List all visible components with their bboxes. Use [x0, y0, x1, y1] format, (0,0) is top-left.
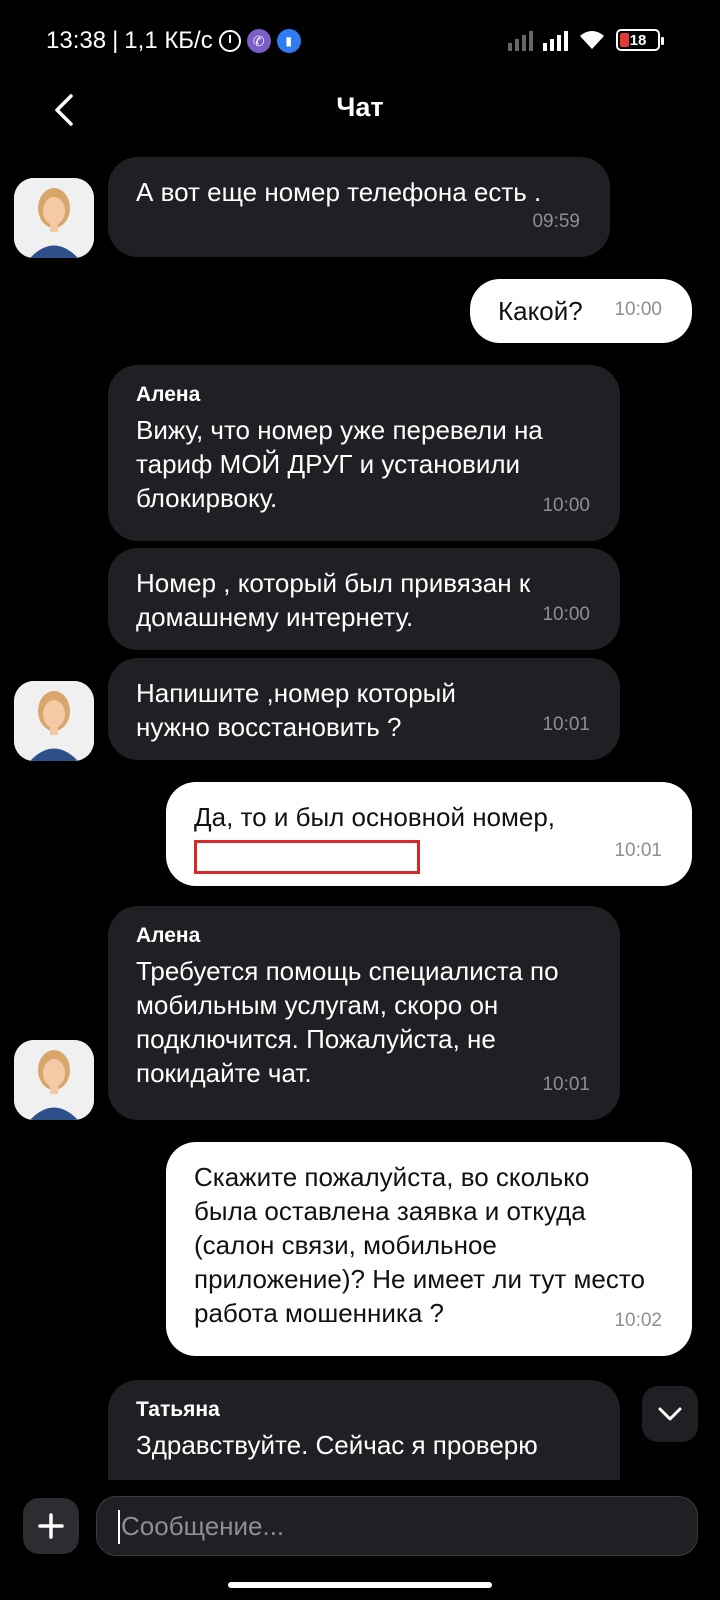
status-bar: 13:38 | 1,1 КБ/с ✆ ▮ 18	[0, 0, 720, 80]
plus-icon	[38, 1513, 64, 1539]
message-text: Здравствуйте. Сейчас я проверю	[136, 1430, 538, 1460]
signal-icon	[543, 27, 568, 51]
sender-name: Алена	[136, 924, 201, 947]
message-time: 10:01	[614, 840, 662, 861]
message-bubble[interactable]: Алена Требуется помощь специалиста по мо…	[108, 906, 620, 1120]
network-speed: 1,1 КБ/с	[124, 27, 213, 54]
message-bubble[interactable]: Татьяна Здравствуйте. Сейчас я проверю	[108, 1380, 620, 1480]
status-separator: |	[112, 27, 119, 54]
battery-icon: 18	[616, 29, 664, 51]
avatar	[14, 1040, 94, 1120]
message-time: 10:00	[542, 495, 590, 516]
message-time: 10:00	[614, 299, 662, 320]
message-text: Напишите ,номер который нужно восстанови…	[136, 678, 456, 742]
redacted-phone-number	[194, 840, 420, 874]
input-bar	[0, 1486, 720, 1566]
header: Чат	[0, 80, 720, 136]
message-bubble[interactable]: Номер , который был привязан к домашнему…	[108, 548, 620, 650]
signal-icon	[508, 27, 533, 51]
message-time: 10:01	[542, 1074, 590, 1095]
message-bubble[interactable]: Какой? 10:00	[470, 279, 692, 343]
message-input[interactable]	[96, 1496, 698, 1556]
message-text: Скажите пожалуйста, во сколько была оста…	[194, 1162, 645, 1328]
clock: 13:38	[46, 27, 107, 54]
wifi-icon	[578, 29, 606, 51]
sender-name: Алена	[136, 383, 201, 406]
message-text: А вот еще номер телефона есть .	[136, 177, 542, 207]
text-cursor	[118, 1510, 120, 1544]
home-indicator[interactable]	[228, 1582, 492, 1588]
message-bubble[interactable]: Алена Вижу, что номер уже перевели на та…	[108, 365, 620, 541]
status-left: 13:38 | 1,1 КБ/с ✆ ▮	[46, 26, 301, 56]
message-bubble[interactable]: Скажите пожалуйста, во сколько была оста…	[166, 1142, 692, 1356]
message-bubble[interactable]: Да, то и был основной номер, 10:01	[166, 782, 692, 886]
chat-list[interactable]: А вот еще номер телефона есть . 09:59 Ка…	[0, 140, 720, 1480]
scroll-down-button[interactable]	[642, 1386, 698, 1442]
attach-button[interactable]	[23, 1498, 79, 1554]
message-time: 10:00	[542, 604, 590, 625]
status-right: 18	[508, 27, 664, 51]
battery-level: 18	[629, 31, 647, 49]
message-bubble[interactable]: Напишите ,номер который нужно восстанови…	[108, 658, 620, 760]
app-icon: ▮	[276, 29, 301, 53]
message-text: Да, то и был основной номер,	[194, 802, 556, 832]
message-time: 10:02	[614, 1310, 662, 1331]
viber-icon: ✆	[246, 29, 271, 53]
avatar	[14, 681, 94, 761]
message-time: 09:59	[532, 211, 580, 232]
sender-name: Татьяна	[136, 1398, 220, 1421]
message-bubble[interactable]: А вот еще номер телефона есть . 09:59	[108, 157, 610, 257]
message-text: Номер , который был привязан к домашнему…	[136, 568, 531, 632]
message-text: Вижу, что номер уже перевели на тариф МО…	[136, 415, 543, 513]
message-text: Требуется помощь специалиста по мобильны…	[136, 956, 559, 1088]
alarm-icon	[218, 30, 241, 52]
page-title: Чат	[336, 92, 384, 122]
avatar	[14, 178, 94, 258]
chevron-down-icon	[658, 1407, 682, 1421]
message-time: 10:01	[542, 714, 590, 735]
